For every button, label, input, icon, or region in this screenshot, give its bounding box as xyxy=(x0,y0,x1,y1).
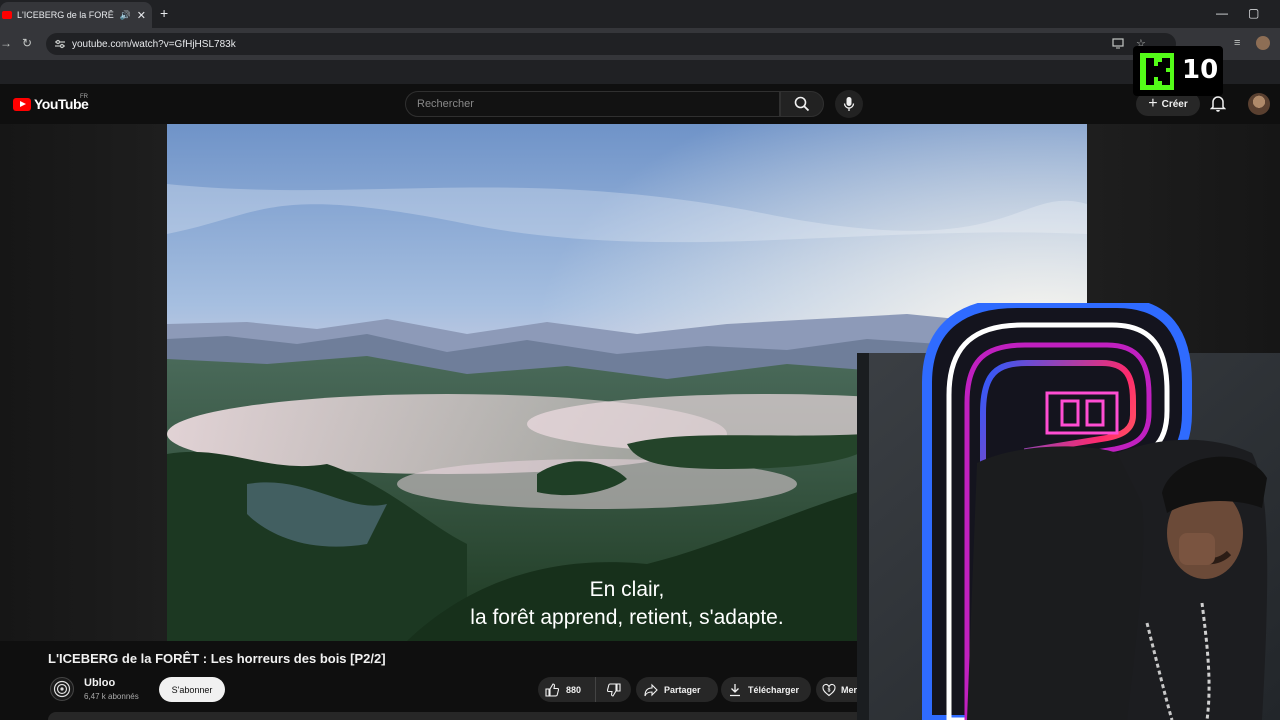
svg-text:$: $ xyxy=(828,687,831,693)
share-label: Partager xyxy=(664,684,701,695)
cast-icon[interactable] xyxy=(1112,37,1124,52)
download-label: Télécharger xyxy=(748,684,800,695)
search-box[interactable] xyxy=(405,91,780,117)
download-icon xyxy=(730,683,740,696)
youtube-play-icon xyxy=(13,97,31,111)
reading-list-icon[interactable]: ≡ xyxy=(1234,37,1240,49)
video-title: L'ICEBERG de la FORÊT : Les horreurs des… xyxy=(48,651,386,666)
close-tab-icon[interactable]: ✕ xyxy=(137,9,146,22)
channel-logo-icon xyxy=(53,680,71,698)
thumbs-up-icon xyxy=(545,682,559,697)
kick-logo-icon xyxy=(1140,53,1174,90)
toolbar-spacer xyxy=(0,60,1280,84)
reload-icon[interactable]: ↻ xyxy=(22,36,32,50)
channel-name[interactable]: Ubloo xyxy=(84,677,115,689)
minimize-button[interactable]: — xyxy=(1216,6,1228,20)
like-button[interactable]: 880 xyxy=(538,677,596,702)
webcam-feed-image xyxy=(857,303,1280,720)
description-box[interactable] xyxy=(48,712,868,720)
tab-title: L'ICEBERG de la FORÊT : Les xyxy=(17,10,114,20)
account-avatar[interactable] xyxy=(1248,93,1270,115)
super-thanks-icon: $ xyxy=(822,683,836,696)
subscriber-count: 6,47 k abonnés xyxy=(84,692,139,701)
microphone-icon xyxy=(843,97,855,111)
youtube-favicon-icon xyxy=(2,11,12,19)
search-icon xyxy=(794,96,810,112)
share-button[interactable]: Partager xyxy=(636,677,718,702)
search-button[interactable] xyxy=(780,91,824,117)
youtube-logo[interactable]: YouTube xyxy=(13,96,89,112)
thumbs-down-icon xyxy=(606,682,621,697)
kick-count: 10 xyxy=(1182,55,1219,85)
browser-profile-avatar[interactable] xyxy=(1256,36,1270,50)
country-code: FR xyxy=(80,94,88,100)
download-button[interactable]: Télécharger xyxy=(721,677,811,702)
forward-icon[interactable]: → xyxy=(0,36,12,50)
url-text[interactable]: youtube.com/watch?v=GfHjHSL783k xyxy=(72,39,236,50)
plus-icon: + xyxy=(1148,95,1158,112)
speaker-icon[interactable]: 🔊 xyxy=(120,10,131,21)
dislike-button[interactable] xyxy=(596,677,631,702)
like-count: 880 xyxy=(566,684,582,695)
browser-tab[interactable]: L'ICEBERG de la FORÊT : Les 🔊 ✕ xyxy=(0,2,152,28)
streamer-webcam-overlay xyxy=(857,303,1280,720)
site-settings-icon[interactable] xyxy=(54,38,66,50)
browser-tab-bar xyxy=(0,0,1280,28)
channel-avatar[interactable] xyxy=(50,677,74,701)
search-input[interactable] xyxy=(406,92,779,116)
subscribe-button[interactable]: S'abonner xyxy=(159,677,225,702)
share-icon xyxy=(644,683,658,696)
new-tab-button[interactable]: + xyxy=(160,5,168,21)
restore-button[interactable]: ▢ xyxy=(1248,6,1259,20)
like-dislike-group: 880 xyxy=(538,677,631,702)
create-label: Créer xyxy=(1161,98,1188,110)
notifications-bell-icon[interactable] xyxy=(1209,95,1227,117)
voice-search-button[interactable] xyxy=(835,90,863,118)
